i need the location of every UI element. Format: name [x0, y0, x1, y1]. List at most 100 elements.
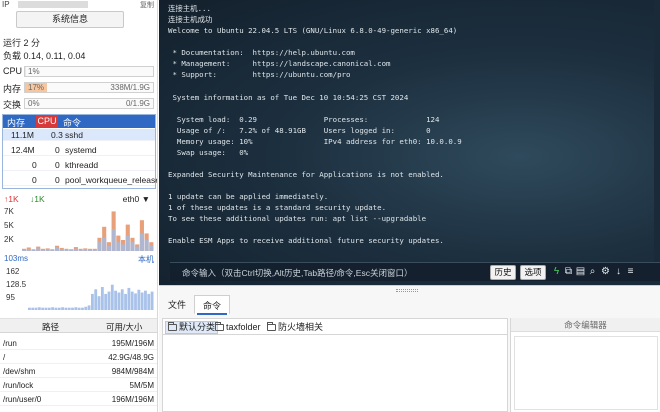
latency-bar — [47, 307, 51, 310]
load-average-text: 负载 0.14, 0.11, 0.04 — [3, 51, 86, 61]
download-bar — [36, 248, 41, 251]
disk-row[interactable]: / 42.9G/48.9G — [0, 351, 157, 364]
latency-bar — [84, 306, 88, 310]
tab-commands[interactable]: 命令 — [194, 295, 230, 315]
column-command[interactable]: 命令 — [63, 116, 81, 129]
terminal-line: Enable ESM Apps to receive additional fu… — [168, 236, 444, 245]
terminal-line: 1 update can be applied immediately. — [168, 192, 329, 201]
resize-handle[interactable] — [396, 289, 418, 292]
latency-bar — [71, 307, 74, 310]
memory-value: 338M/1.9G — [110, 83, 150, 92]
process-row[interactable]: 12.4M 0 systemd — [3, 144, 155, 156]
process-mem: 0 — [32, 160, 37, 170]
disk-row[interactable]: /run 195M/196M — [0, 337, 157, 350]
disk-size: 42.9G/48.9G — [108, 353, 154, 362]
process-command: systemd — [65, 145, 97, 155]
download-bar — [73, 248, 78, 251]
download-bar — [40, 249, 45, 251]
cpu-meter-fill — [25, 67, 27, 76]
download-bar — [50, 249, 55, 251]
terminal-line: System information as of Tue Dec 10 10:5… — [168, 93, 409, 102]
network-header: ↑1K ↓1K eth0 ▼ — [2, 194, 156, 206]
copy-icon[interactable]: ⧉ — [563, 266, 574, 278]
latency-bar — [34, 307, 38, 310]
category-firewall[interactable]: 防火墙相关 — [265, 321, 325, 334]
memory-meter: 17% 338M/1.9G — [24, 82, 154, 93]
memory-label: 内存 — [3, 84, 22, 94]
download-bar — [97, 242, 102, 251]
column-path[interactable]: 路径 — [42, 321, 59, 333]
swap-percent: 0% — [28, 99, 40, 108]
network-interface-select[interactable]: eth0 ▼ — [123, 194, 150, 204]
terminal-line: Usage of /: 7.2% of 48.91GB Users logged… — [168, 126, 431, 135]
upload-rate: ↑1K — [4, 194, 19, 204]
command-editor-textarea[interactable] — [514, 336, 658, 410]
disk-row[interactable]: /run/user/0 196M/196M — [0, 393, 157, 406]
process-row[interactable]: 0 0 kthreadd — [3, 159, 155, 171]
latency-bar — [81, 307, 84, 310]
disk-path: /dev/shm — [3, 367, 36, 376]
system-info-button[interactable]: 系统信息 — [16, 11, 124, 28]
menu-icon[interactable]: ≡ — [625, 266, 636, 278]
column-memory[interactable]: 内存 — [7, 116, 25, 129]
command-input-bar: 命令输入（双击Ctrl切换,Alt历史,Tab路径/命令,Esc关闭窗口） 历史… — [170, 262, 660, 281]
download-bar — [135, 246, 140, 251]
command-list[interactable] — [162, 335, 508, 412]
category-label: 默认分类 — [179, 322, 216, 332]
column-cpu[interactable]: CPU — [36, 115, 58, 128]
command-category-bar: 默认分类 taxfolder 防火墙相关 — [162, 318, 508, 335]
tab-files[interactable]: 文件 — [162, 295, 192, 315]
download-bar — [111, 229, 116, 251]
search-icon[interactable]: ⌕ — [587, 266, 598, 278]
latency-bar — [77, 307, 81, 310]
network-interface-value: eth0 — [122, 194, 140, 204]
terminal-line: Swap usage: 0% — [168, 148, 249, 157]
terminal[interactable]: 连接主机... 连接主机成功 Welcome to Ubuntu 22.04.5… — [159, 0, 660, 285]
category-taxfolder[interactable]: taxfolder — [213, 321, 263, 334]
latency-bar — [144, 290, 147, 310]
command-input[interactable]: 命令输入（双击Ctrl切换,Alt历史,Tab路径/命令,Esc关闭窗口） — [182, 267, 412, 279]
latency-bar — [74, 307, 78, 310]
settings-icon[interactable]: ⚙ — [600, 266, 611, 278]
download-bar — [121, 244, 126, 251]
download-bar — [106, 245, 111, 251]
download-bar — [144, 240, 149, 251]
latency-bar — [57, 307, 61, 310]
latency-bar — [134, 293, 137, 310]
chevron-down-icon: ▼ — [141, 194, 150, 204]
download-icon[interactable]: ↓ — [613, 266, 624, 278]
download-bar — [55, 247, 60, 251]
terminal-scrollbar[interactable] — [654, 0, 660, 262]
process-mem: 12.4M — [11, 145, 35, 155]
terminal-line: System load: 0.29 Processes: 124 — [168, 115, 440, 124]
process-command: kthreadd — [65, 160, 99, 170]
category-default[interactable]: 默认分类 — [165, 321, 219, 334]
download-bar — [64, 249, 69, 251]
download-bar — [78, 249, 83, 251]
latency-graph — [28, 284, 154, 310]
latency-bar — [64, 307, 68, 310]
paste-icon[interactable]: ▤ — [575, 266, 586, 278]
terminal-line: Memory usage: 10% IPv4 address for eth0:… — [168, 137, 462, 146]
download-rate: ↓1K — [30, 194, 45, 204]
column-available-size[interactable]: 可用/大小 — [106, 321, 142, 333]
download-bar — [22, 249, 27, 251]
system-monitor-panel: IP 复制 系统信息 运行 2 分 负载 0.14, 0.11, 0.04 CP… — [0, 0, 158, 412]
options-button[interactable]: 选项 — [520, 265, 546, 280]
history-button[interactable]: 历史 — [490, 265, 516, 280]
terminal-line: Expanded Security Maintenance for Applic… — [168, 170, 444, 179]
ip-row: IP 复制 — [2, 0, 157, 10]
lightning-icon[interactable]: ϟ — [551, 266, 562, 278]
latency-bar — [97, 296, 101, 310]
latency-bar — [28, 307, 31, 310]
ip-copy-link[interactable]: 复制 — [140, 0, 154, 10]
disk-row[interactable]: /run/lock 5M/5M — [0, 379, 157, 392]
disk-row[interactable]: /dev/shm 984M/984M — [0, 365, 157, 378]
process-table-header: 内存 CPU 命令 — [3, 115, 155, 128]
process-cpu: 0.3 — [51, 130, 63, 140]
process-row[interactable]: 11.1M 0.3 sshd — [3, 129, 155, 141]
latency-bar — [41, 307, 45, 310]
process-row[interactable]: 0 0 pool_workqueue_release — [3, 174, 158, 186]
process-command: pool_workqueue_release — [65, 175, 158, 185]
download-bar — [31, 249, 36, 251]
